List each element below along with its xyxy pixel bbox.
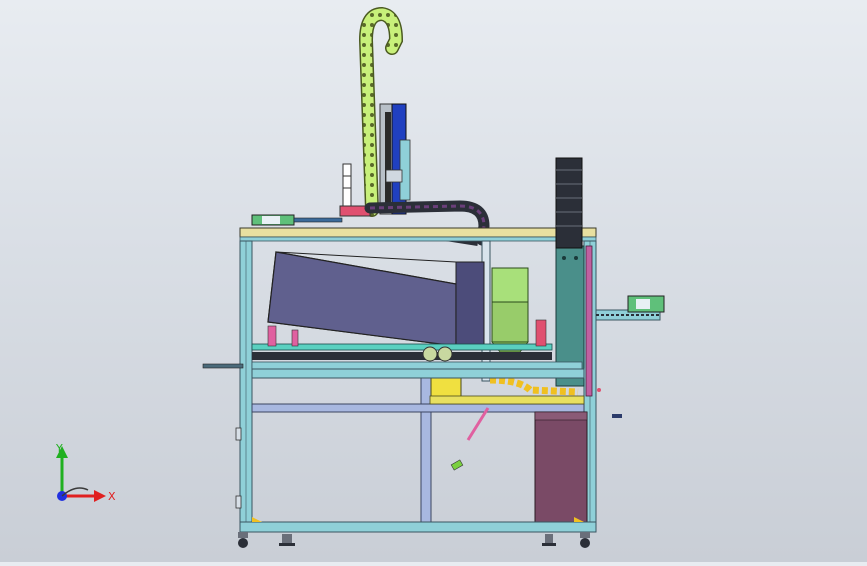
cad-viewport[interactable] (0, 0, 867, 562)
left-extension-rail (202, 363, 244, 369)
casters (238, 532, 590, 548)
green-housing (491, 267, 529, 353)
right-cable-chain (555, 157, 583, 249)
x-axis-label: X (108, 490, 116, 503)
hopper (267, 251, 485, 347)
machine-assembly-drawing (202, 6, 665, 548)
y-axis-label: Y (55, 442, 63, 455)
frame-top-plate (239, 227, 597, 242)
right-linear-arm (595, 295, 665, 321)
coordinate-triad: Y X (44, 440, 124, 510)
collection-bin (534, 411, 588, 527)
top-cylinder (251, 214, 343, 226)
lift-column (379, 103, 411, 215)
